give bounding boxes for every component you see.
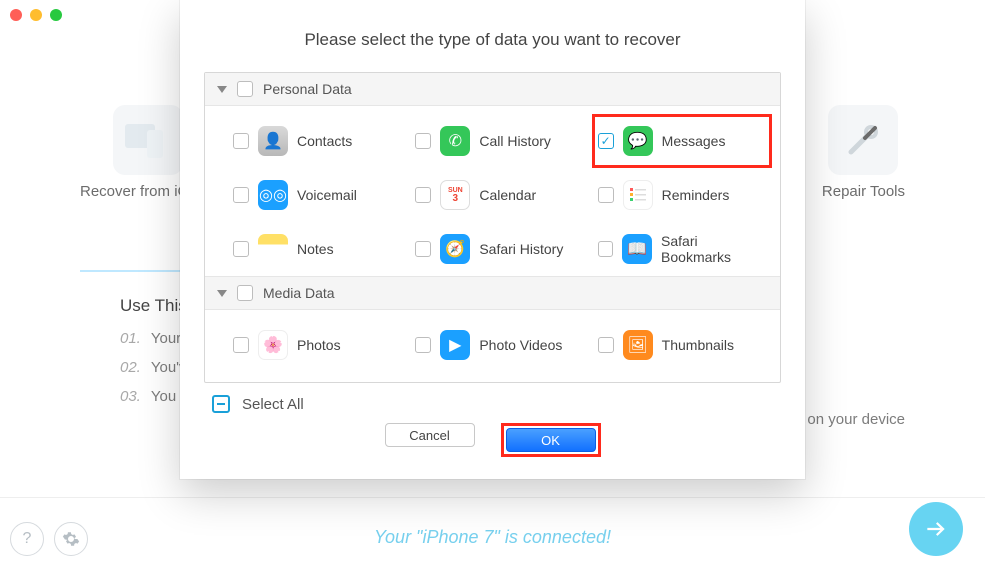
- chevron-down-icon: [217, 290, 227, 297]
- thumbnails-icon: 🖼: [623, 330, 653, 360]
- modal-title: Please select the type of data you want …: [204, 30, 781, 50]
- calendar-icon: SUN3: [440, 180, 470, 210]
- checkbox[interactable]: [233, 187, 249, 203]
- section-label: Personal Data: [263, 81, 352, 97]
- item-contacts[interactable]: 👤Contacts: [233, 114, 415, 168]
- wrench-icon: [828, 105, 898, 175]
- gear-icon: [62, 530, 80, 548]
- data-panel: Personal Data 👤Contacts ✆Call History ✓ 💬…: [204, 72, 781, 383]
- ok-button[interactable]: OK: [506, 428, 596, 452]
- select-data-modal: Please select the type of data you want …: [180, 0, 805, 479]
- ok-highlight: OK: [501, 423, 601, 457]
- checkbox[interactable]: [598, 241, 614, 257]
- maximize-icon[interactable]: [50, 9, 62, 21]
- photos-icon: 🌸: [258, 330, 288, 360]
- item-thumbnails[interactable]: 🖼Thumbnails: [598, 318, 780, 372]
- checkbox[interactable]: [233, 337, 249, 353]
- media-grid: 🌸Photos ▶Photo Videos 🖼Thumbnails: [205, 310, 780, 382]
- chevron-down-icon: [217, 86, 227, 93]
- item-notes[interactable]: Notes: [233, 222, 415, 276]
- settings-button[interactable]: [54, 522, 88, 556]
- contacts-icon: 👤: [258, 126, 288, 156]
- voicemail-icon: ◎◎: [258, 180, 288, 210]
- photo-videos-icon: ▶: [440, 330, 470, 360]
- active-underline: [80, 270, 195, 272]
- cancel-button[interactable]: Cancel: [385, 423, 475, 447]
- checkbox[interactable]: [415, 133, 431, 149]
- item-safari-bookmarks[interactable]: 📖Safari Bookmarks: [598, 222, 780, 276]
- section-checkbox[interactable]: [237, 285, 253, 301]
- reminders-icon: [623, 180, 653, 210]
- mode-label: Repair Tools: [822, 183, 905, 200]
- proceed-button[interactable]: [909, 502, 963, 556]
- devices-icon: [113, 105, 183, 175]
- divider: [0, 497, 985, 498]
- notes-icon: [258, 234, 288, 264]
- section-personal[interactable]: Personal Data: [205, 73, 780, 106]
- help-button[interactable]: ?: [10, 522, 44, 556]
- window-traffic-lights: [10, 9, 62, 21]
- select-all-checkbox[interactable]: [212, 395, 230, 413]
- checkbox[interactable]: [415, 187, 431, 203]
- checkbox[interactable]: [598, 187, 614, 203]
- personal-grid: 👤Contacts ✆Call History ✓💬Messages ◎◎Voi…: [205, 106, 780, 276]
- checkbox[interactable]: [233, 241, 249, 257]
- item-voicemail[interactable]: ◎◎Voicemail: [233, 168, 415, 222]
- section-label: Media Data: [263, 285, 335, 301]
- checkbox[interactable]: ✓: [598, 133, 614, 149]
- mode-repair-tools[interactable]: Repair Tools: [822, 105, 905, 200]
- checkbox[interactable]: [233, 133, 249, 149]
- phone-icon: ✆: [440, 126, 470, 156]
- checkbox[interactable]: [598, 337, 614, 353]
- arrow-right-icon: [923, 516, 949, 542]
- messages-icon: 💬: [623, 126, 653, 156]
- select-all-row[interactable]: Select All: [204, 383, 781, 413]
- item-reminders[interactable]: Reminders: [598, 168, 780, 222]
- safari-history-icon: 🧭: [440, 234, 470, 264]
- checkbox[interactable]: [415, 337, 431, 353]
- item-safari-history[interactable]: 🧭Safari History: [415, 222, 597, 276]
- section-media[interactable]: Media Data: [205, 276, 780, 310]
- safari-bookmarks-icon: 📖: [622, 234, 652, 264]
- item-photos[interactable]: 🌸Photos: [233, 318, 415, 372]
- status-bar: Your "iPhone 7" is connected!: [0, 527, 985, 548]
- minimize-icon[interactable]: [30, 9, 42, 21]
- close-icon[interactable]: [10, 9, 22, 21]
- checkbox[interactable]: [415, 241, 431, 257]
- item-photo-videos[interactable]: ▶Photo Videos: [415, 318, 597, 372]
- modal-buttons: Cancel OK: [204, 423, 781, 457]
- section-checkbox[interactable]: [237, 81, 253, 97]
- select-all-label: Select All: [242, 396, 304, 413]
- item-call-history[interactable]: ✆Call History: [415, 114, 597, 168]
- item-calendar[interactable]: SUN3Calendar: [415, 168, 597, 222]
- item-messages[interactable]: ✓💬Messages: [592, 114, 772, 168]
